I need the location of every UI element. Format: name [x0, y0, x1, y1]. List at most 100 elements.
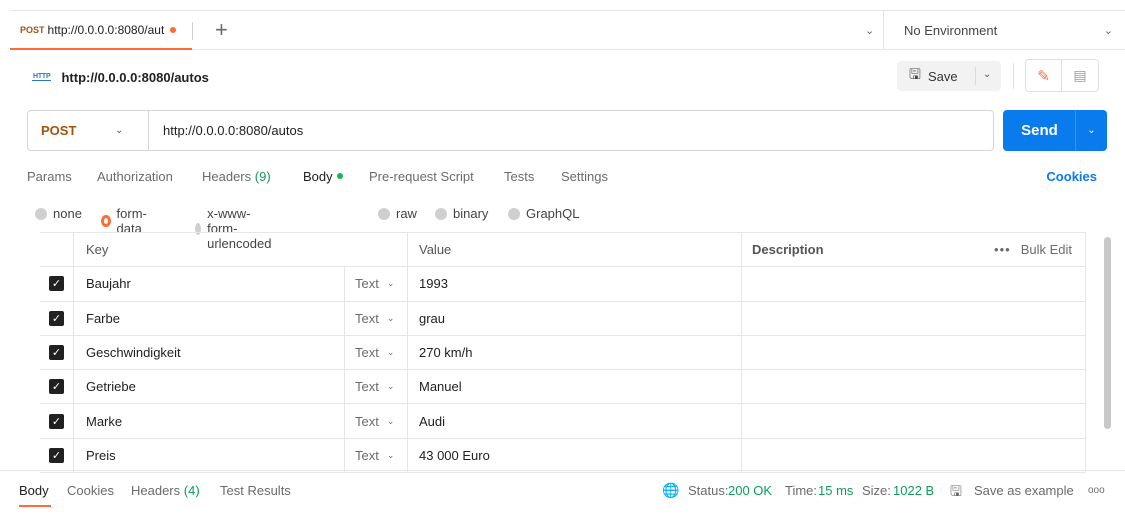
method-label: POST: [41, 123, 77, 138]
save-divider: [975, 67, 976, 85]
row-value[interactable]: Manuel: [407, 370, 741, 404]
url-input[interactable]: [149, 111, 993, 150]
response-tab-headers[interactable]: Headers (4): [131, 483, 200, 498]
tab-bar: POST http://0.0.0.0:8080/aut + ⌄ No Envi…: [10, 10, 1125, 50]
chevron-down-icon: ⌄: [386, 381, 395, 392]
column-header-key: Key: [73, 233, 407, 267]
chevron-down-icon[interactable]: ⌄: [1076, 125, 1107, 136]
row-description[interactable]: [741, 301, 1086, 335]
radio-selected-icon: [101, 215, 111, 227]
bulk-edit-button[interactable]: ••• Bulk Edit: [994, 233, 1072, 266]
edit-icon[interactable]: ✎: [1026, 60, 1063, 91]
row-type-select[interactable]: Text ⌄: [344, 438, 407, 473]
tab-authorization[interactable]: Authorization: [97, 169, 173, 184]
cookies-link[interactable]: Cookies: [1046, 169, 1097, 184]
tab-body[interactable]: Body: [303, 169, 343, 184]
documentation-icon[interactable]: ▤: [1062, 60, 1098, 91]
save-as-example-button[interactable]: Save as example: [974, 483, 1074, 498]
row-type-label: Text: [355, 413, 379, 429]
method-select[interactable]: POST ⌄: [28, 111, 149, 150]
plus-icon[interactable]: +: [215, 17, 228, 43]
more-icon[interactable]: ooo: [1088, 485, 1105, 496]
row-type-select[interactable]: Text ⌄: [344, 370, 407, 404]
chevron-down-icon[interactable]: ⌄: [983, 69, 991, 80]
environment-select[interactable]: No Environment ⌄: [883, 11, 1125, 50]
radio-label: none: [53, 206, 82, 221]
tab-prerequest-script[interactable]: Pre-request Script: [369, 169, 474, 184]
environment-label: No Environment: [904, 23, 998, 38]
bulk-edit-label: Bulk Edit: [1020, 242, 1072, 258]
send-button[interactable]: Send ⌄: [1003, 110, 1107, 151]
response-headers-count: (4): [183, 483, 200, 498]
row-value[interactable]: grau: [407, 301, 741, 335]
row-description[interactable]: [741, 267, 1086, 301]
row-value[interactable]: 43 000 Euro: [407, 438, 741, 473]
row-checkbox[interactable]: ✓: [40, 370, 73, 403]
radio-binary[interactable]: binary: [435, 206, 488, 221]
request-tab-active[interactable]: POST http://0.0.0.0:8080/aut: [10, 11, 192, 50]
vertical-scrollbar[interactable]: [1104, 237, 1111, 429]
row-checkbox[interactable]: ✓: [40, 439, 73, 472]
row-checkbox[interactable]: ✓: [40, 302, 73, 335]
size-value[interactable]: 1022 B: [893, 483, 934, 498]
status-value[interactable]: 200 OK: [728, 483, 772, 498]
row-value[interactable]: 270 km/h: [407, 335, 741, 370]
row-key[interactable]: Geschwindigkeit: [73, 335, 344, 370]
tab-divider: [192, 22, 193, 40]
save-button[interactable]: 🖫 Save ⌄: [897, 61, 1001, 91]
radio-none[interactable]: none: [35, 206, 82, 221]
status-label: Status:: [688, 483, 729, 498]
chevron-down-icon[interactable]: ⌄: [865, 24, 874, 37]
radio-icon: [35, 207, 47, 220]
globe-icon[interactable]: 🌐: [662, 482, 679, 499]
save-label: Save: [927, 68, 958, 84]
row-checkbox[interactable]: ✓: [40, 336, 73, 369]
row-type-select[interactable]: Text ⌄: [344, 335, 407, 370]
more-icon[interactable]: •••: [994, 242, 1011, 257]
row-type-label: Text: [355, 379, 379, 395]
radio-label: GraphQL: [526, 206, 580, 221]
radio-raw[interactable]: raw: [378, 206, 417, 221]
radio-icon: [435, 207, 447, 220]
time-value[interactable]: 15 ms: [818, 483, 853, 498]
checkbox-icon: ✓: [49, 413, 64, 429]
row-value[interactable]: 1993: [407, 267, 741, 301]
row-checkbox[interactable]: ✓: [40, 267, 73, 300]
radio-graphql[interactable]: GraphQL: [508, 206, 579, 221]
row-key[interactable]: Baujahr: [73, 267, 344, 301]
tab-settings[interactable]: Settings: [561, 169, 608, 184]
tab-headers[interactable]: Headers (9): [202, 169, 271, 184]
row-key[interactable]: Marke: [73, 404, 344, 438]
chevron-down-icon: ⌄: [115, 125, 124, 136]
row-type-label: Text: [355, 447, 379, 463]
row-key[interactable]: Getriebe: [73, 370, 344, 404]
row-type-select[interactable]: Text ⌄: [344, 301, 407, 335]
row-checkbox[interactable]: ✓: [40, 404, 73, 437]
row-value[interactable]: Audi: [407, 404, 741, 438]
response-tab-body[interactable]: Body: [19, 483, 49, 498]
tab-headers-count: (9): [254, 169, 271, 184]
tab-params[interactable]: Params: [27, 169, 72, 184]
toolbar-divider: [1013, 63, 1014, 89]
row-type-select[interactable]: Text ⌄: [344, 404, 407, 438]
chevron-down-icon: ⌄: [386, 449, 395, 460]
checkbox-icon: ✓: [49, 379, 64, 395]
tab-tests[interactable]: Tests: [504, 169, 534, 184]
request-tab-url: http://0.0.0.0:8080/aut: [47, 22, 165, 37]
response-tab-cookies[interactable]: Cookies: [67, 483, 114, 498]
table-row: ✓ Marke Text ⌄ Audi: [40, 404, 1086, 439]
row-description[interactable]: [741, 404, 1086, 438]
row-key[interactable]: Farbe: [73, 301, 344, 335]
response-tab-test-results[interactable]: Test Results: [220, 483, 291, 498]
row-key[interactable]: Preis: [73, 438, 344, 473]
request-title[interactable]: http://0.0.0.0:8080/autos: [61, 70, 208, 85]
column-header-value: Value: [407, 233, 741, 267]
row-description[interactable]: [741, 438, 1086, 473]
row-description[interactable]: [741, 370, 1086, 404]
radio-label: binary: [453, 206, 489, 221]
radio-icon: [378, 207, 390, 220]
chevron-down-icon: ⌄: [1103, 25, 1113, 37]
save-icon: 🖫: [909, 66, 921, 82]
row-description[interactable]: [741, 335, 1086, 370]
row-type-select[interactable]: Text ⌄: [344, 267, 407, 301]
